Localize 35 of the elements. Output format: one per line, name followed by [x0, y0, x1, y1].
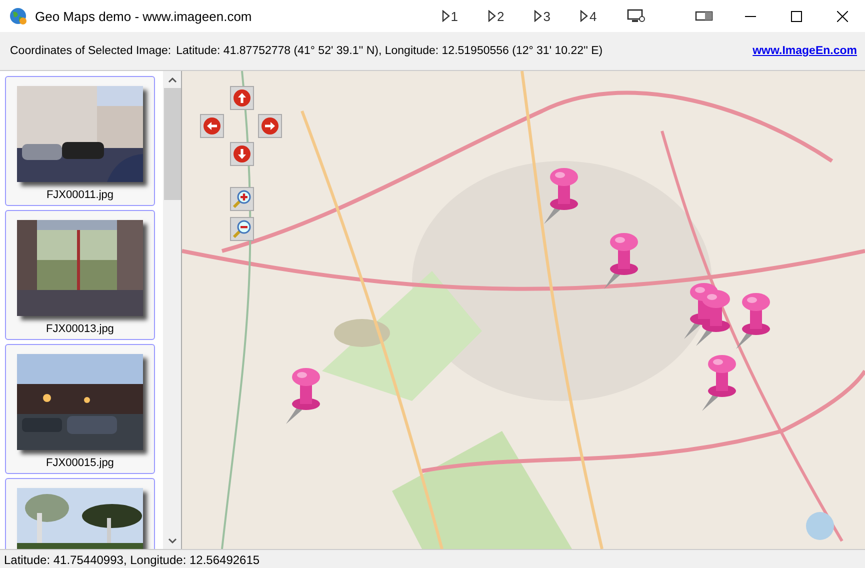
status-bar: Latitude: 41.75440993, Longitude: 12.56492615 [0, 549, 865, 568]
thumbnail-caption: FJX00011.jpg [46, 189, 114, 201]
toolbar-button[interactable]: 4 [576, 5, 601, 27]
thumbnail-card[interactable]: FJX00011.jpg [5, 76, 155, 206]
thumbnail-card[interactable]: FJX00015.jpg [5, 344, 155, 474]
zoom-in-button[interactable] [230, 187, 254, 211]
website-link[interactable]: www.ImageEn.com [752, 45, 857, 57]
pan-left-button[interactable] [200, 114, 224, 138]
coordinates-label: Coordinates of Selected Image: [10, 45, 172, 57]
scrollbar-thumb[interactable] [164, 88, 180, 200]
play-icon [534, 10, 544, 22]
pan-down-button[interactable] [230, 142, 254, 166]
chevron-up-icon [168, 76, 176, 82]
thumbnail-caption: FJX00013.jpg [46, 323, 114, 335]
monitor-icon [626, 9, 645, 23]
play-icon [442, 10, 451, 22]
close-icon [836, 10, 848, 22]
thumbnail-caption: FJX00015.jpg [46, 457, 114, 469]
toolbar-button[interactable]: 1 [438, 5, 462, 27]
play-icon [488, 10, 497, 22]
window-title: Geo Maps demo - www.imageen.com [35, 8, 252, 24]
coordinates-value: Latitude: 41.87752778 (41° 52' 39.1'' N), Longitude: 12.51950556 (12° 31' 10.22'' E) [176, 45, 603, 57]
zoom-out-button[interactable] [230, 217, 254, 241]
toolbar-button[interactable]: 3 [530, 5, 554, 27]
zoom-out-icon [232, 219, 252, 239]
window-icon [694, 10, 713, 22]
thumbnail-card[interactable]: FJX00013.jpg [5, 210, 155, 340]
pan-up-button[interactable] [230, 86, 254, 110]
pan-right-button[interactable] [258, 114, 282, 138]
toolbar-button[interactable]: 2 [484, 5, 508, 27]
maximize-icon [790, 10, 802, 22]
play-icon [580, 10, 590, 22]
globe-icon [9, 7, 27, 25]
chevron-down-icon [168, 538, 176, 544]
zoom-in-icon [232, 189, 252, 209]
